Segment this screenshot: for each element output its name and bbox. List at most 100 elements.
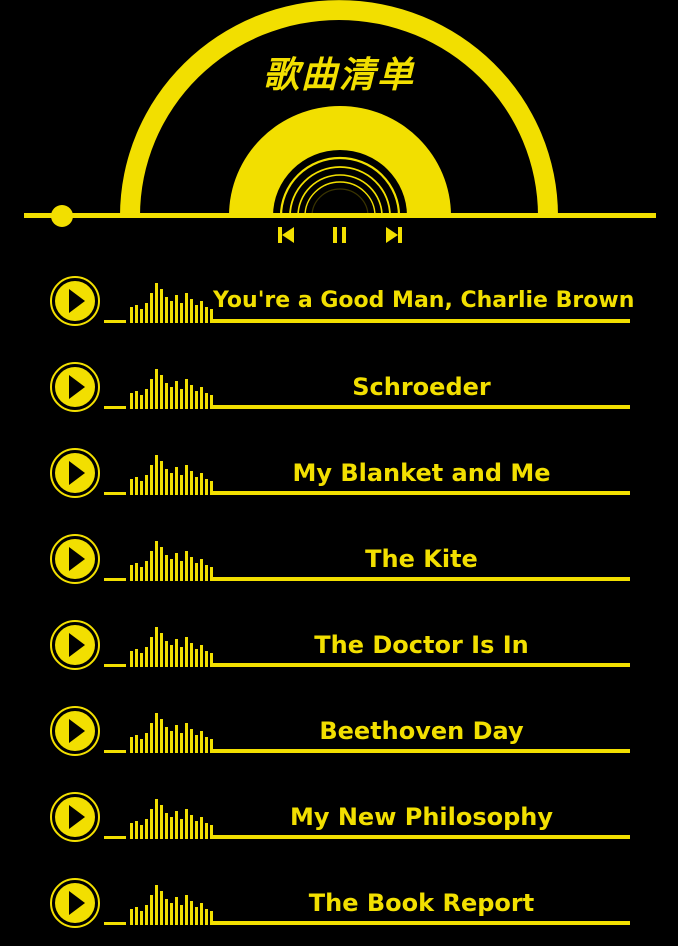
track-row[interactable]: My Blanket and Me [0, 430, 678, 516]
waveform-bar [140, 653, 143, 667]
play-track-button[interactable] [49, 877, 101, 929]
waveform-bar [150, 809, 153, 839]
waveform-bar [130, 651, 133, 667]
waveform-bar [195, 305, 198, 323]
track-title[interactable]: Beethoven Day [213, 714, 630, 748]
play-track-button[interactable] [49, 705, 101, 757]
waveform-bar [180, 303, 183, 323]
track-title[interactable]: My New Philosophy [213, 800, 630, 834]
waveform-bar [155, 627, 158, 667]
waveform-bar [104, 922, 126, 925]
waveform-bar [150, 551, 153, 581]
play-track-button[interactable] [49, 447, 101, 499]
waveform-bar [205, 393, 208, 409]
track-row[interactable]: The Kite [0, 516, 678, 602]
waveform-bar [135, 391, 138, 409]
waveform-bar [145, 819, 148, 839]
play-track-button[interactable] [49, 533, 101, 585]
track-title[interactable]: The Kite [213, 542, 630, 576]
waveform-bar [135, 821, 138, 839]
track-row[interactable]: Schroeder [0, 344, 678, 430]
waveform-bar [175, 295, 178, 323]
track-title[interactable]: The Doctor Is In [213, 628, 630, 662]
waveform-bar [205, 823, 208, 839]
waveform-bar [165, 297, 168, 323]
waveform-bar [190, 557, 193, 581]
play-track-button[interactable] [49, 361, 101, 413]
pause-icon [333, 227, 346, 243]
waveform-bar [200, 301, 203, 323]
waveform-bar [130, 393, 133, 409]
waveform-bar [200, 559, 203, 581]
waveform-icon [104, 369, 213, 409]
waveform-bar [145, 561, 148, 581]
waveform-bar [170, 731, 173, 753]
skip-previous-icon [278, 227, 294, 243]
waveform-bar [205, 909, 208, 925]
waveform-bar [190, 901, 193, 925]
waveform-bar [190, 471, 193, 495]
waveform-bar [165, 899, 168, 925]
track-row[interactable]: The Book Report [0, 860, 678, 946]
waveform-bar [104, 492, 126, 495]
track-title[interactable]: The Book Report [213, 886, 630, 920]
waveform-bar [200, 817, 203, 839]
waveform-bar [150, 293, 153, 323]
skip-next-button[interactable] [381, 222, 407, 248]
waveform-bar [175, 467, 178, 495]
waveform-bar [200, 645, 203, 667]
waveform-bar [205, 307, 208, 323]
waveform-bar [140, 481, 143, 495]
track-row[interactable]: You're a Good Man, Charlie Brown [0, 258, 678, 344]
waveform-bar [205, 651, 208, 667]
waveform-bar [180, 733, 183, 753]
track-row[interactable]: My New Philosophy [0, 774, 678, 860]
waveform-icon [104, 799, 213, 839]
waveform-bar [135, 735, 138, 753]
playback-controls [0, 222, 678, 250]
waveform-bar [104, 406, 126, 409]
waveform-bar [130, 909, 133, 925]
skip-next-icon [386, 227, 402, 243]
waveform-bar [135, 907, 138, 925]
track-underline [213, 663, 630, 667]
play-icon [50, 534, 100, 584]
waveform-bar [135, 305, 138, 323]
play-track-button[interactable] [49, 619, 101, 671]
track-row[interactable]: The Doctor Is In [0, 602, 678, 688]
waveform-bar [195, 649, 198, 667]
waveform-bar [185, 293, 188, 323]
waveform-bar [185, 637, 188, 667]
waveform-bar [155, 713, 158, 753]
track-title[interactable]: You're a Good Man, Charlie Brown [213, 284, 634, 318]
waveform-bar [170, 387, 173, 409]
play-track-button[interactable] [49, 275, 101, 327]
waveform-bar [170, 645, 173, 667]
waveform-bar [140, 567, 143, 581]
waveform-bar [185, 723, 188, 753]
play-track-button[interactable] [49, 791, 101, 843]
pause-button[interactable] [327, 222, 353, 248]
waveform-bar [190, 643, 193, 667]
skip-previous-button[interactable] [273, 222, 299, 248]
waveform-bar [104, 578, 126, 581]
waveform-bar [180, 819, 183, 839]
waveform-icon [104, 627, 213, 667]
waveform-bar [195, 821, 198, 839]
waveform-bar [150, 637, 153, 667]
track-title[interactable]: Schroeder [213, 370, 630, 404]
waveform-bar [205, 479, 208, 495]
waveform-bar [104, 836, 126, 839]
waveform-bar [200, 387, 203, 409]
waveform-bar [170, 301, 173, 323]
waveform-bar [150, 723, 153, 753]
play-icon [50, 448, 100, 498]
waveform-bar [165, 727, 168, 753]
waveform-bar [145, 733, 148, 753]
waveform-bar [150, 465, 153, 495]
waveform-bar [175, 897, 178, 925]
track-row[interactable]: Beethoven Day [0, 688, 678, 774]
track-title[interactable]: My Blanket and Me [213, 456, 630, 490]
play-icon [50, 706, 100, 756]
waveform-bar [155, 541, 158, 581]
